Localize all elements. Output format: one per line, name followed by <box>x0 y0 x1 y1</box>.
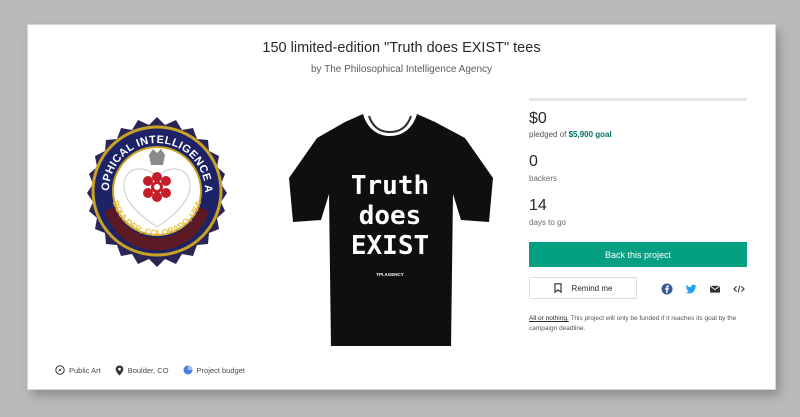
days-count: 14 <box>529 197 547 214</box>
bookmark-icon <box>553 283 562 293</box>
budget-pie-icon <box>183 365 193 375</box>
all-or-nothing-link[interactable]: All or nothing. <box>529 315 569 322</box>
project-image[interactable]: PHILOSOPHICAL INTELLIGENCE AGENCY BOULDE… <box>55 98 509 352</box>
share-icons <box>661 282 745 295</box>
tshirt-tag: TPI.AGENCY <box>376 272 404 277</box>
location-link[interactable]: Boulder, CO <box>115 365 169 376</box>
agency-seal: PHILOSOPHICAL INTELLIGENCE AGENCY BOULDE… <box>81 115 227 267</box>
project-byline[interactable]: by The Philosophical Intelligence Agency <box>28 64 775 75</box>
days-label: days to go <box>529 218 566 227</box>
funding-panel: $0 pledged of $5,900 goal 0 backers 14 d… <box>529 98 747 332</box>
category-label: Public Art <box>69 365 101 375</box>
email-icon[interactable] <box>709 282 721 294</box>
location-pin-icon <box>115 365 123 375</box>
remind-me-button[interactable]: Remind me <box>529 277 637 299</box>
goal-amount: $5,900 goal <box>568 130 612 139</box>
compass-icon <box>55 365 65 375</box>
tshirt-image: Truth does EXIST TPI.AGENCY <box>289 114 493 346</box>
facebook-icon[interactable] <box>661 282 673 295</box>
pledged-goal-line: pledged of $5,900 goal <box>529 130 612 139</box>
tshirt-line-1: Truth <box>351 171 429 201</box>
budget-link[interactable]: Project budget <box>183 365 245 375</box>
backers-label: backers <box>529 174 558 183</box>
pledged-prefix: pledged of <box>529 130 569 139</box>
project-title: 150 limited-edition "Truth does EXIST" t… <box>262 40 541 56</box>
budget-label: Project budget <box>196 365 245 375</box>
funding-progress-bar <box>529 98 747 101</box>
funding-disclaimer: All or nothing. This project will only b… <box>529 314 747 334</box>
category-link[interactable]: Public Art <box>55 365 101 375</box>
location-label: Boulder, CO <box>127 365 169 375</box>
project-page: 150 limited-edition "Truth does EXIST" t… <box>28 25 775 389</box>
twitter-icon[interactable] <box>685 282 697 294</box>
back-project-button[interactable]: Back this project <box>529 242 747 267</box>
tshirt-line-3: EXIST <box>351 231 429 261</box>
project-meta: Public Art Boulder, CO Project budget <box>55 363 245 377</box>
tshirt-line-2: does <box>359 201 422 231</box>
remind-me-label: Remind me <box>571 283 613 293</box>
backers-count: 0 <box>529 153 538 170</box>
pledged-amount: $0 <box>529 110 547 127</box>
embed-code-icon[interactable] <box>733 282 745 294</box>
